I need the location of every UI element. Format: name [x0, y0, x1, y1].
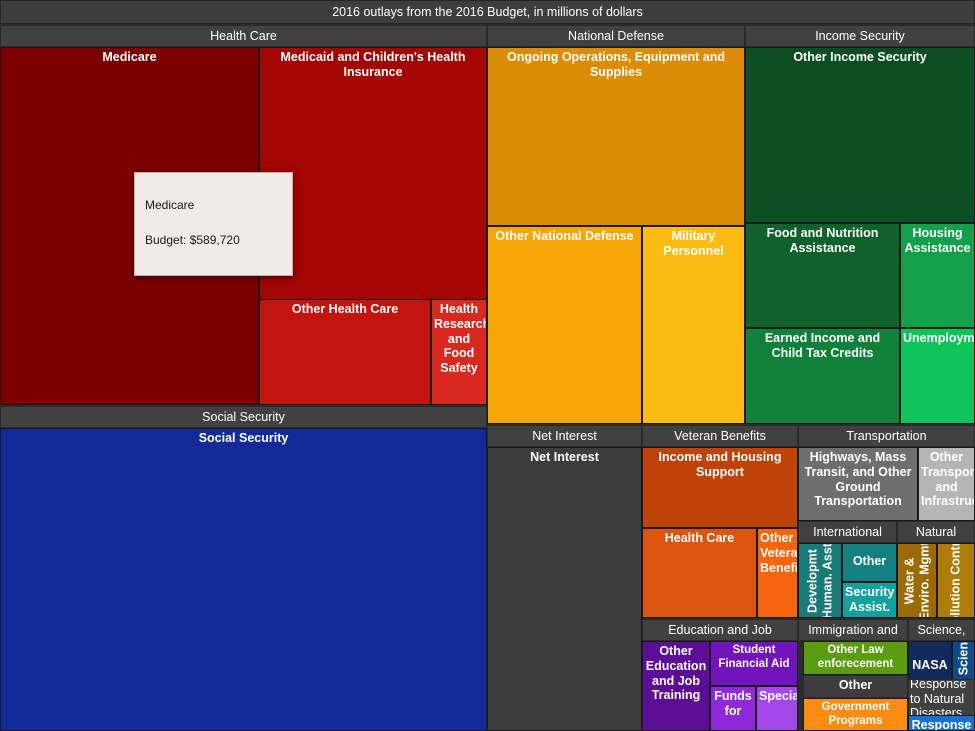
- cell-law-enforcement-other[interactable]: Other: [803, 675, 908, 698]
- chart-title: 2016 outlays from the 2016 Budget, in mi…: [0, 0, 975, 24]
- cell-development-humanitarian-assistance[interactable]: Developmt Human. Asst: [798, 543, 842, 618]
- cell-government-programs[interactable]: Government Programs: [803, 698, 908, 731]
- cell-social-security[interactable]: Social Security: [0, 428, 487, 731]
- cell-pollution-control[interactable]: Pollution Control: [937, 543, 975, 618]
- cell-highways-mass-transit-ground-transportation[interactable]: Highways, Mass Transit, and Other Ground…: [798, 447, 918, 521]
- tooltip-title: Medicare: [145, 198, 195, 213]
- group-header-science[interactable]: Science,: [908, 619, 975, 641]
- group-response-to-natural-disasters: Response to Natural Disasters Response: [908, 679, 975, 731]
- cell-ongoing-operations-equipment-supplies[interactable]: Ongoing Operations, Equipment and Suppli…: [487, 47, 745, 226]
- group-social-security: Social Security Social Security: [0, 406, 487, 731]
- cell-other-transport-and-infrastructure[interactable]: Other Transport and Infrastructure: [918, 447, 975, 521]
- cell-response-to-natural-disasters[interactable]: Response: [908, 715, 975, 731]
- cell-other-income-security[interactable]: Other Income Security: [745, 47, 975, 223]
- hover-tooltip: Medicare Budget: $589,720: [134, 172, 293, 276]
- cell-funds-for[interactable]: Funds for: [710, 686, 756, 731]
- cell-veteran-income-and-housing-support[interactable]: Income and Housing Support: [642, 447, 798, 528]
- cell-other-education-and-job-training[interactable]: Other Education and Job Training: [642, 641, 710, 731]
- group-income-security: Income Security Other Income Security Fo…: [745, 25, 975, 424]
- group-header-response-to-natural-disasters[interactable]: Response to Natural Disasters: [908, 679, 975, 719]
- cell-other-national-defense[interactable]: Other National Defense: [487, 226, 642, 424]
- cell-veteran-health-care[interactable]: Health Care: [642, 528, 757, 618]
- cell-net-interest[interactable]: Net Interest: [487, 447, 642, 731]
- group-header-health-care[interactable]: Health Care: [0, 25, 487, 47]
- group-header-transportation[interactable]: Transportation: [798, 425, 975, 447]
- group-veteran-benefits: Veteran Benefits Income and Housing Supp…: [642, 425, 798, 618]
- cell-housing-assistance[interactable]: Housing Assistance: [900, 223, 975, 328]
- tooltip-budget: Budget: $589,720: [145, 233, 240, 248]
- group-header-immigration-and-law-enforcement[interactable]: Immigration and: [798, 619, 908, 641]
- group-header-social-security[interactable]: Social Security: [0, 406, 487, 428]
- cell-international-other[interactable]: Other: [842, 543, 897, 582]
- treemap-canvas: 2016 outlays from the 2016 Budget, in mi…: [0, 0, 975, 731]
- cell-other-veteran-benefits[interactable]: Other Veteran Benefits: [757, 528, 798, 618]
- cell-health-research-and-food-safety[interactable]: Health Research and Food Safety: [431, 299, 487, 405]
- group-header-natural-resources[interactable]: Natural: [897, 521, 975, 543]
- group-national-defense: National Defense Ongoing Operations, Equ…: [487, 25, 745, 424]
- cell-student-financial-aid[interactable]: Student Financial Aid: [710, 641, 798, 686]
- cell-food-and-nutrition-assistance[interactable]: Food and Nutrition Assistance: [745, 223, 900, 328]
- group-education-and-job: Education and Job Other Education and Jo…: [642, 619, 798, 731]
- group-header-international[interactable]: International: [798, 521, 897, 543]
- group-header-veteran-benefits[interactable]: Veteran Benefits: [642, 425, 798, 447]
- cell-other-law-enforcement[interactable]: Other Law enforecement: [803, 641, 908, 675]
- group-transportation: Transportation Highways, Mass Transit, a…: [798, 425, 975, 521]
- group-header-net-interest[interactable]: Net Interest: [487, 425, 642, 447]
- group-natural-resources: Natural Water & Enviro. Mgmt Pollution C…: [897, 521, 975, 618]
- cell-special-education[interactable]: Special Educa: [756, 686, 798, 731]
- cell-other-health-care[interactable]: Other Health Care: [259, 299, 431, 405]
- group-header-income-security[interactable]: Income Security: [745, 25, 975, 47]
- cell-earned-income-and-child-tax-credits[interactable]: Earned Income and Child Tax Credits: [745, 328, 900, 424]
- cell-security-assistance[interactable]: Security Assist.: [842, 582, 897, 618]
- cell-water-and-enviro-mgmt[interactable]: Water & Enviro. Mgmt: [897, 543, 937, 618]
- cell-military-personnel[interactable]: Military Personnel: [642, 226, 745, 424]
- cell-medicaid-childrens-health-insurance[interactable]: Medicaid and Children's Health Insurance: [259, 47, 487, 319]
- group-international: International Developmt Human. Asst Othe…: [798, 521, 897, 618]
- group-header-education-and-job[interactable]: Education and Job: [642, 619, 798, 641]
- group-immigration-and-law-enforcement: Immigration and Other Law enforecement O…: [798, 619, 908, 731]
- cell-unemployment-compensation[interactable]: Unemployment Compensation: [900, 328, 975, 424]
- group-net-interest: Net Interest Net Interest: [487, 425, 642, 731]
- group-header-national-defense[interactable]: National Defense: [487, 25, 745, 47]
